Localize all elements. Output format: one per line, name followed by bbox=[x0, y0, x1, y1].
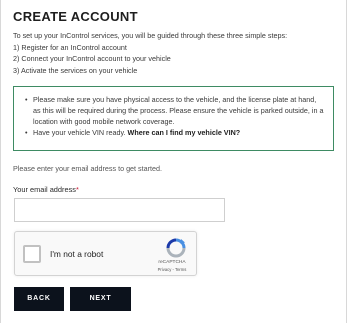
recaptcha-privacy-terms[interactable]: Privacy - Terms bbox=[147, 267, 197, 272]
recaptcha-checkbox[interactable] bbox=[23, 245, 41, 263]
intro-step: 2) Connect your InControl account to you… bbox=[13, 54, 171, 64]
email-label-text: Your email address bbox=[13, 185, 76, 194]
email-prompt: Please enter your email address to get s… bbox=[13, 164, 163, 173]
page-title: CREATE ACCOUNT bbox=[13, 9, 138, 24]
email-input[interactable] bbox=[14, 198, 225, 222]
email-label: Your email address* bbox=[13, 185, 79, 194]
recaptcha-logo-icon bbox=[166, 238, 186, 258]
intro-step: 3) Activate the services on your vehicle bbox=[13, 65, 138, 75]
recaptcha-widget: I'm not a robot reCAPTCHA Privacy - Term… bbox=[14, 231, 197, 276]
recaptcha-label: I'm not a robot bbox=[50, 249, 104, 259]
requirement-vin-text: Have your vehicle VIN ready. bbox=[33, 128, 126, 137]
next-button[interactable]: NEXT bbox=[70, 287, 131, 311]
intro-step: 1) Register for an InControl account bbox=[13, 42, 127, 52]
requirement-access-text: Please make sure you have physical acces… bbox=[33, 95, 324, 126]
requirements-notice: Please make sure you have physical acces… bbox=[13, 86, 334, 151]
back-button[interactable]: BACK bbox=[14, 287, 64, 311]
create-account-page: CREATE ACCOUNT To set up your InControl … bbox=[0, 0, 347, 323]
requirement-item: Please make sure you have physical acces… bbox=[25, 94, 325, 127]
requirements-list: Please make sure you have physical acces… bbox=[22, 94, 325, 138]
intro-lead: To set up your InControl services, you w… bbox=[13, 31, 288, 40]
intro-text: To set up your InControl services, you w… bbox=[13, 30, 338, 76]
find-vin-link[interactable]: Where can I find my vehicle VIN? bbox=[128, 128, 241, 137]
requirement-item: Have your vehicle VIN ready. Where can I… bbox=[25, 127, 325, 138]
recaptcha-brand: reCAPTCHA bbox=[158, 260, 186, 265]
required-marker: * bbox=[76, 185, 79, 194]
